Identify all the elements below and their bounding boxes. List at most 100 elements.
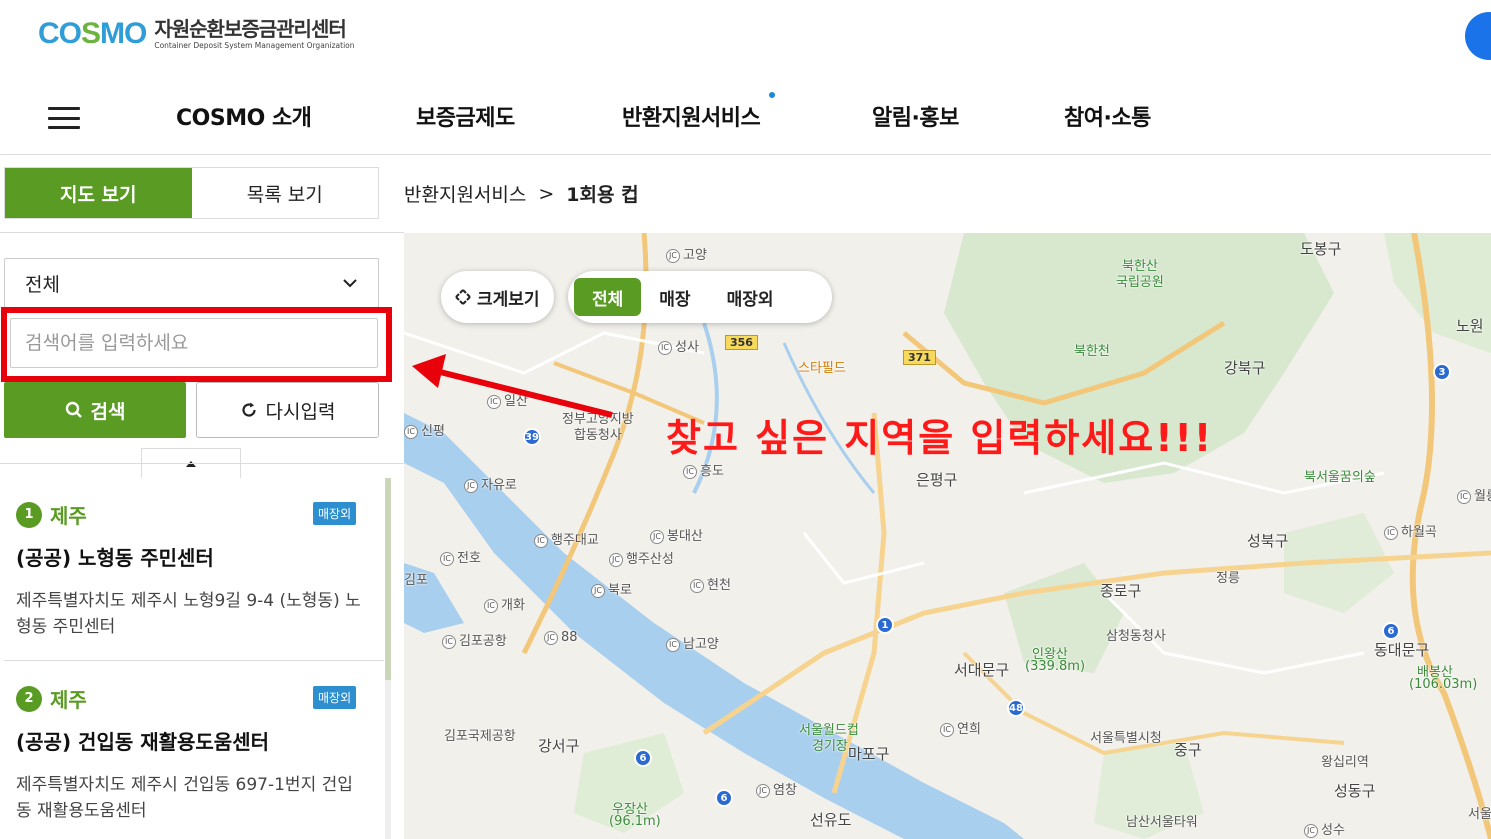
map-label-woojangsan-height: (96.1m) — [609, 814, 661, 829]
reset-button-label: 다시입력 — [265, 400, 336, 423]
view-toggle: 지도 보기 목록 보기 — [4, 167, 379, 219]
search-icon — [65, 401, 82, 418]
map-label-seongsa: IC 성사 — [658, 336, 699, 355]
route-marker: 39 — [523, 428, 541, 446]
refresh-icon — [241, 402, 256, 417]
reset-button[interactable]: 다시입력 — [196, 382, 379, 438]
region-select-value: 전체 — [25, 273, 60, 296]
region-select[interactable]: 전체 — [4, 258, 379, 308]
result-address: 제주특별자치도 제주시 건입동 697-1번지 건입동 재활용도움센터 — [16, 775, 353, 821]
filter-non-store-button[interactable]: 매장외 — [709, 278, 792, 316]
route-marker: 48 — [1007, 699, 1025, 717]
map-label-gimpo-left: 김포 — [404, 573, 428, 588]
route-shield: 356 — [725, 335, 758, 350]
breadcrumb: 반환지원서비스 > 1회용 컵 — [404, 180, 639, 207]
map-label-haengjusanseong: JC 행주산성 — [609, 548, 674, 567]
site-logo[interactable]: COSMO 자원순환보증금관리센터 Container Deposit Syst… — [38, 14, 355, 54]
panel-divider — [0, 232, 404, 233]
result-number: 1 — [16, 501, 42, 528]
search-input[interactable] — [10, 318, 378, 368]
result-type-badge: 매장외 — [313, 502, 357, 525]
result-item[interactable]: 2 제주 매장외 (공공) 건입동 재활용도움센터 제주특별자치도 제주시 건입… — [0, 684, 384, 839]
map-label-baebongsan-height: (106.03m) — [1409, 677, 1478, 692]
map-label-national-park: 국립공원 — [1116, 275, 1164, 290]
nav-item-participation[interactable]: 참여·소통 — [1064, 100, 1151, 132]
list-scrollbar-thumb[interactable] — [385, 478, 391, 680]
route-marker: 1 — [876, 616, 894, 634]
map-label-bongdaesan: JC 봉대산 — [650, 525, 703, 544]
map-label-sinpyeong: IC 신평 — [404, 420, 445, 439]
map-label-seoul-right: 서울 — [1468, 807, 1491, 822]
breadcrumb-current: 1회용 컵 — [566, 184, 639, 206]
map-label-seoul-cityhall: 서울특별시청 — [1090, 731, 1162, 746]
map-label-yeonhui: IC 연희 — [940, 718, 981, 737]
result-header: 1 제주 — [16, 500, 87, 529]
map-label-namsan: 남산서울타워 — [1126, 815, 1198, 830]
map-label-seongbuk: 성북구 — [1247, 532, 1289, 550]
logo-mark: COSMO — [38, 17, 147, 50]
map-label-gaehwa: IC 개화 — [484, 594, 525, 613]
map-view[interactable]: 도봉구 북한산 국립공원 북한천 노원 강북구 스타필드 JC 고양 IC 성사 정… — [404, 233, 1491, 839]
map-label-hapdong-2: 합동청사 — [574, 428, 622, 443]
map-label-heungdo: IC 흥도 — [683, 460, 724, 479]
map-label-inwangsan-height: (339.8m) — [1025, 659, 1086, 674]
instruction-overlay-text: 찾고 싶은 지역을 입력하세요!!! — [666, 416, 1214, 460]
logo-name-ko: 자원순환보증금관리센터 — [154, 16, 346, 41]
result-name[interactable]: (공공) 노형동 주민센터 — [16, 542, 214, 571]
map-label-gimpo-airport-ic: IC 김포공항 — [442, 630, 507, 649]
list-top-divider — [0, 463, 404, 464]
result-region: 제주 — [50, 688, 87, 712]
search-button-label: 검색 — [90, 400, 126, 423]
hamburger-menu-icon[interactable] — [48, 107, 80, 129]
enlarge-map-button[interactable]: 크게보기 — [441, 271, 554, 323]
map-label-yeomchang: JC 염창 — [756, 779, 797, 798]
map-label-seodaemun: 서대문구 — [954, 661, 1010, 679]
map-label-bukseoul: 북서울꿈의숲 — [1304, 470, 1376, 485]
map-label-hawolgok: IC 하월곡 — [1384, 521, 1437, 540]
result-name[interactable]: (공공) 건입동 재활용도움센터 — [16, 726, 269, 755]
map-label-wangsimni: 왕십리역 — [1321, 755, 1369, 770]
breadcrumb-parent[interactable]: 반환지원서비스 — [404, 180, 526, 207]
map-label-nowon: 노원 — [1456, 317, 1484, 335]
result-item[interactable]: 1 제주 매장외 (공공) 노형동 주민센터 제주특별자치도 제주시 노형9길 … — [0, 500, 384, 661]
filter-store-button[interactable]: 매장 — [641, 278, 708, 316]
logo-text: 자원순환보증금관리센터 Container Deposit System Man… — [154, 19, 354, 50]
map-label-starfield: 스타필드 — [798, 361, 846, 376]
search-button[interactable]: 검색 — [4, 382, 186, 438]
map-label-bukhancheon: 북한천 — [1074, 344, 1110, 359]
main-navigation: COSMO 소개 보증금제도 반환지원서비스 알림·홍보 참여·소통 — [0, 78, 1491, 155]
map-label-bukro: JC 북로 — [591, 579, 632, 598]
map-filter-group: 전체 매장 매장외 — [568, 271, 832, 323]
enlarge-map-label: 크게보기 — [477, 289, 540, 310]
user-menu-icon[interactable] — [1465, 12, 1491, 60]
map-label-samcheong: 삼청동청사 — [1106, 629, 1166, 644]
route-marker: 6 — [634, 749, 652, 767]
result-number: 2 — [16, 685, 42, 712]
app-root: COSMO 자원순환보증금관리센터 Container Deposit Syst… — [0, 0, 1491, 839]
map-label-wolgye: IC월릉 — [1457, 485, 1491, 504]
result-header: 2 제주 — [16, 684, 87, 713]
nav-item-return-service[interactable]: 반환지원서비스 — [622, 100, 761, 132]
map-label-gangbuk: 강북구 — [1224, 359, 1266, 377]
nav-item-cosmo-intro[interactable]: COSMO 소개 — [176, 100, 312, 132]
breadcrumb-separator: > — [538, 182, 555, 205]
map-label-jayuro: JC 자유로 — [464, 474, 517, 493]
result-list: 1 제주 매장외 (공공) 노형동 주민센터 제주특별자치도 제주시 노형9길 … — [0, 478, 384, 839]
map-label-seongsu: JC 성수 — [1304, 819, 1345, 838]
result-type-badge: 매장외 — [313, 686, 357, 709]
route-marker: 6 — [715, 789, 733, 807]
result-separator — [4, 660, 384, 661]
active-menu-dot — [769, 92, 775, 98]
nav-item-notice[interactable]: 알림·홍보 — [872, 100, 959, 132]
filter-all-button[interactable]: 전체 — [574, 278, 642, 316]
nav-item-deposit-system[interactable]: 보증금제도 — [416, 100, 515, 132]
map-label-haengju: IC 행주대교 — [534, 529, 599, 548]
list-view-tab[interactable]: 목록 보기 — [192, 168, 379, 218]
map-view-tab[interactable]: 지도 보기 — [5, 168, 192, 218]
map-label-jeongneung: 정릉 — [1216, 571, 1240, 586]
route-marker: 6 — [1382, 622, 1400, 640]
map-label-ilsan: IC 일산 — [487, 390, 528, 409]
map-label-jongno: 종로구 — [1100, 582, 1142, 600]
map-label-junggu: 중구 — [1174, 741, 1202, 759]
map-label-hyeoncheon: IC 현천 — [690, 574, 731, 593]
